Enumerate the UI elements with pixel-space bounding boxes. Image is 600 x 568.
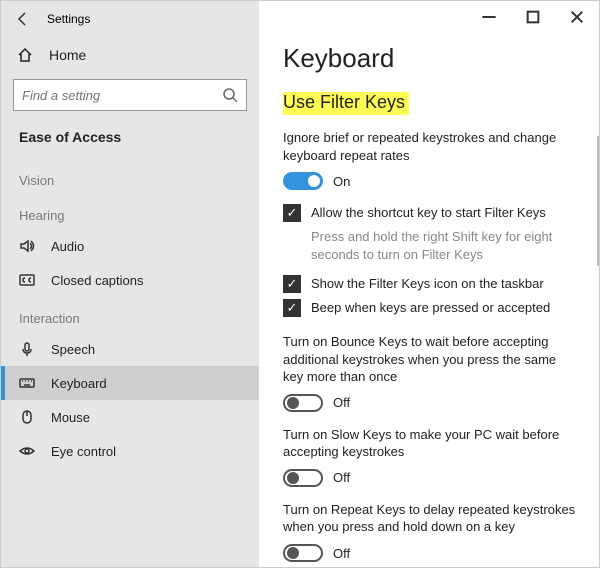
- eye-icon: [19, 443, 37, 459]
- sidebar-item-speech[interactable]: Speech: [1, 332, 259, 366]
- mouse-icon: [19, 409, 37, 425]
- beep-checkbox[interactable]: ✓: [283, 299, 301, 317]
- filter-keys-toggle[interactable]: [283, 172, 323, 190]
- keyboard-icon: [19, 375, 37, 391]
- nav-label: Audio: [51, 239, 84, 254]
- show-icon-checkbox[interactable]: ✓: [283, 275, 301, 293]
- window-controls: [467, 1, 599, 33]
- toggle-label: Off: [333, 546, 350, 561]
- search-input[interactable]: [22, 88, 222, 103]
- close-button[interactable]: [555, 1, 599, 33]
- search-icon: [222, 87, 238, 103]
- toggle-label: Off: [333, 470, 350, 485]
- nav-label: Mouse: [51, 410, 90, 425]
- nav-label: Eye control: [51, 444, 116, 459]
- maximize-button[interactable]: [511, 1, 555, 33]
- audio-icon: [19, 238, 37, 254]
- sidebar: Settings Home Ease of Access Vision Hear…: [1, 1, 259, 567]
- nav-label: Closed captions: [51, 273, 144, 288]
- group-vision: Vision: [1, 159, 259, 194]
- group-interaction: Interaction: [1, 297, 259, 332]
- sidebar-item-eye-control[interactable]: Eye control: [1, 434, 259, 468]
- nav-label: Speech: [51, 342, 95, 357]
- app-title: Settings: [47, 12, 90, 26]
- home-label: Home: [49, 47, 86, 63]
- nav-label: Keyboard: [51, 376, 107, 391]
- bounce-desc: Turn on Bounce Keys to wait before accep…: [283, 333, 579, 386]
- sidebar-item-audio[interactable]: Audio: [1, 229, 259, 263]
- bounce-keys-toggle[interactable]: [283, 394, 323, 412]
- search-box[interactable]: [13, 79, 247, 111]
- scrollbar[interactable]: [597, 136, 599, 266]
- allow-shortcut-checkbox[interactable]: ✓: [283, 204, 301, 222]
- titlebar: Settings: [1, 1, 259, 37]
- sidebar-item-keyboard[interactable]: Keyboard: [1, 366, 259, 400]
- filter-keys-desc: Ignore brief or repeated keystrokes and …: [283, 129, 579, 164]
- group-hearing: Hearing: [1, 194, 259, 229]
- check-label: Show the Filter Keys icon on the taskbar: [311, 275, 544, 293]
- shortcut-hint: Press and hold the right Shift key for e…: [311, 228, 579, 263]
- page-title: Keyboard: [283, 43, 579, 74]
- sidebar-item-mouse[interactable]: Mouse: [1, 400, 259, 434]
- home-nav[interactable]: Home: [1, 37, 259, 73]
- back-button[interactable]: [11, 7, 35, 31]
- slow-desc: Turn on Slow Keys to make your PC wait b…: [283, 426, 579, 461]
- section-heading: Use Filter Keys: [283, 92, 409, 115]
- main-content: Keyboard Use Filter Keys Ignore brief or…: [259, 1, 599, 567]
- check-label: Beep when keys are pressed or accepted: [311, 299, 550, 317]
- sidebar-item-closed-captions[interactable]: Closed captions: [1, 263, 259, 297]
- check-label: Allow the shortcut key to start Filter K…: [311, 204, 546, 222]
- mic-icon: [19, 341, 37, 357]
- toggle-label: Off: [333, 395, 350, 410]
- cc-icon: [19, 272, 37, 288]
- repeat-desc: Turn on Repeat Keys to delay repeated ke…: [283, 501, 579, 536]
- minimize-button[interactable]: [467, 1, 511, 33]
- home-icon: [17, 47, 35, 63]
- toggle-label: On: [333, 174, 350, 189]
- repeat-keys-toggle[interactable]: [283, 544, 323, 562]
- section-title: Ease of Access: [1, 125, 259, 159]
- slow-keys-toggle[interactable]: [283, 469, 323, 487]
